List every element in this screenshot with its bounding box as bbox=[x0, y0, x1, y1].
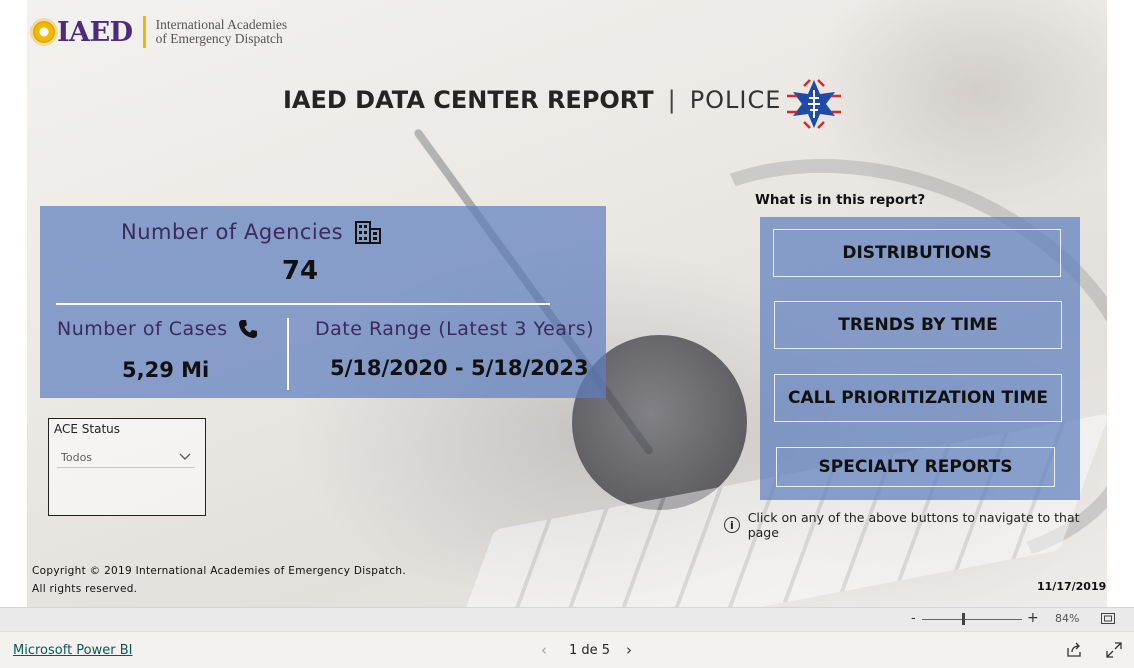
agencies-label: Number of Agencies bbox=[121, 220, 382, 244]
logo-subtitle-line2: of Emergency Dispatch bbox=[155, 31, 283, 46]
zoom-bar: - + 84% bbox=[0, 607, 1134, 631]
trends-by-time-button[interactable]: TRENDS BY TIME bbox=[774, 301, 1062, 349]
footer-bar: Microsoft Power BI ‹ 1 de 5 › bbox=[0, 631, 1134, 668]
navigation-hint: i Click on any of the above buttons to n… bbox=[724, 510, 1107, 540]
ace-status-title: ACE Status bbox=[54, 422, 121, 436]
stats-panel: Number of Agencies 74 Number of Cases 5,… bbox=[40, 206, 606, 398]
zoom-slider-track[interactable] bbox=[922, 619, 1022, 620]
panel-divider bbox=[56, 303, 550, 305]
date-range-value: 5/18/2020 - 5/18/2023 bbox=[330, 356, 589, 380]
ace-status-dropdown[interactable]: Todos bbox=[57, 447, 195, 468]
sun-icon bbox=[33, 21, 55, 43]
report-discipline: POLICE bbox=[689, 86, 782, 114]
logo-wordmark: IAED bbox=[57, 16, 133, 48]
logo-subtitle-line1: International Academies bbox=[155, 17, 288, 32]
cases-label: Number of Cases bbox=[57, 318, 258, 340]
distributions-button[interactable]: DISTRIBUTIONS bbox=[773, 229, 1061, 277]
call-prioritization-time-button[interactable]: CALL PRIORITIZATION TIME bbox=[774, 374, 1062, 422]
zoom-slider-thumb[interactable] bbox=[962, 613, 965, 625]
copyright-line1: Copyright © 2019 International Academies… bbox=[32, 565, 407, 577]
menu-title: What is in this report? bbox=[755, 192, 926, 208]
next-page-button[interactable]: › bbox=[626, 641, 632, 659]
cases-value: 5,29 Mi bbox=[122, 358, 210, 382]
report-canvas: IAED International Academies of Emergenc… bbox=[27, 0, 1107, 607]
report-title-main: IAED DATA CENTER REPORT bbox=[283, 86, 654, 114]
specialty-reports-button[interactable]: SPECIALTY REPORTS bbox=[776, 447, 1055, 487]
zoom-in-button[interactable]: + bbox=[1027, 610, 1039, 626]
phone-icon bbox=[238, 320, 257, 338]
info-icon: i bbox=[724, 517, 740, 533]
star-of-life-emblem bbox=[787, 79, 841, 129]
building-icon bbox=[355, 221, 382, 244]
fit-to-page-icon[interactable] bbox=[1101, 613, 1115, 624]
ace-status-slicer: ACE Status Todos bbox=[48, 418, 206, 516]
panel-vertical-divider bbox=[287, 318, 289, 390]
previous-page-button[interactable]: ‹ bbox=[541, 641, 547, 659]
page-indicator: 1 de 5 bbox=[569, 643, 611, 658]
logo-subtitle: International Academies of Emergency Dis… bbox=[156, 18, 288, 46]
agencies-value: 74 bbox=[281, 256, 319, 286]
expand-icon[interactable] bbox=[1106, 642, 1122, 658]
power-bi-link[interactable]: Microsoft Power BI bbox=[13, 643, 132, 658]
report-date: 11/17/2019 bbox=[1037, 580, 1107, 593]
iaed-logo: IAED International Academies of Emergenc… bbox=[33, 16, 287, 48]
copyright-line2: All rights reserved. bbox=[32, 583, 138, 595]
copyright: Copyright © 2019 International Academies… bbox=[32, 562, 406, 598]
report-title: IAED DATA CENTER REPORT | POLICE bbox=[283, 86, 781, 114]
cases-label-text: Number of Cases bbox=[57, 318, 228, 340]
chevron-down-icon bbox=[179, 453, 191, 460]
share-icon[interactable] bbox=[1066, 642, 1082, 658]
report-title-separator: | bbox=[667, 86, 676, 114]
ace-status-selected: Todos bbox=[61, 450, 93, 464]
logo-divider bbox=[142, 16, 146, 48]
navigation-hint-text: Click on any of the above buttons to nav… bbox=[747, 510, 1080, 540]
date-range-label: Date Range (Latest 3 Years) bbox=[315, 318, 595, 340]
agencies-label-text: Number of Agencies bbox=[121, 220, 344, 244]
zoom-percent: 84% bbox=[1055, 612, 1080, 625]
zoom-out-button[interactable]: - bbox=[911, 611, 916, 626]
